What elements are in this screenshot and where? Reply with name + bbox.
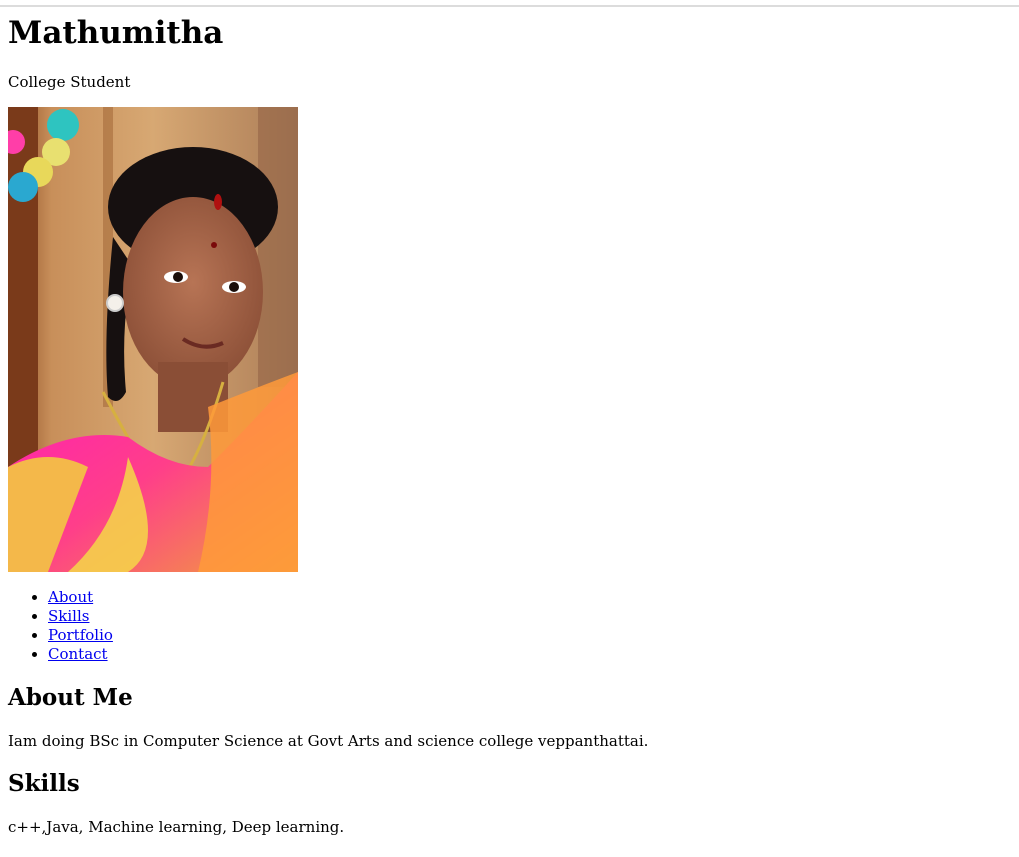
nav-item: Skills: [48, 607, 113, 626]
skills-text: c++,Java, Machine learning, Deep learnin…: [8, 818, 345, 836]
page-subtitle: College Student: [8, 73, 131, 91]
nav-link-contact[interactable]: Contact: [48, 645, 108, 663]
nav-link-portfolio[interactable]: Portfolio: [48, 626, 113, 644]
about-heading: About Me: [8, 684, 133, 711]
top-border: [0, 5, 1019, 7]
nav-list: About Skills Portfolio Contact: [8, 588, 113, 664]
profile-photo: [8, 107, 298, 572]
nav-link-skills[interactable]: Skills: [48, 607, 89, 625]
nav-item: About: [48, 588, 113, 607]
nav-link-about[interactable]: About: [48, 588, 93, 606]
nav-item: Contact: [48, 645, 113, 664]
about-text: Iam doing BSc in Computer Science at Gov…: [8, 732, 649, 750]
nav-item: Portfolio: [48, 626, 113, 645]
skills-heading: Skills: [8, 770, 80, 797]
page-title: Mathumitha: [8, 15, 224, 51]
